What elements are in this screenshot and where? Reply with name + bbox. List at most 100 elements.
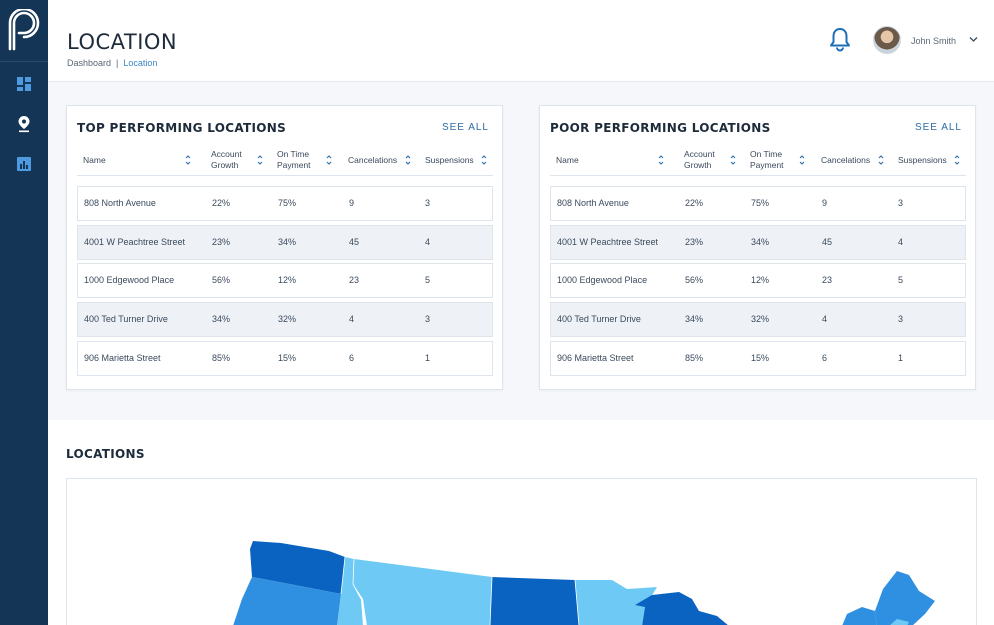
user-name[interactable]: John Smith xyxy=(911,36,956,46)
bar-chart-icon xyxy=(17,157,31,171)
cell-cancelations: 6 xyxy=(822,352,828,363)
notifications-button[interactable] xyxy=(829,27,851,57)
cell-cancelations: 4 xyxy=(822,314,828,325)
sidebar xyxy=(0,0,48,625)
table-row[interactable]: 400 Ted Turner Drive 34% 32% 4 3 xyxy=(77,302,493,338)
cell-name: 808 North Avenue xyxy=(84,198,156,208)
cell-name: 906 Marietta Street xyxy=(557,352,634,363)
column-header-name[interactable]: Name xyxy=(556,146,579,174)
table-row[interactable]: 906 Marietta Street 85% 15% 6 1 xyxy=(550,340,966,376)
column-label-line: On Time xyxy=(277,149,310,159)
cell-payment: 32% xyxy=(278,314,297,325)
cell-name: 400 Ted Turner Drive xyxy=(557,314,641,325)
cell-suspensions: 1 xyxy=(425,352,431,363)
cell-growth: 34% xyxy=(685,314,704,325)
cell-suspensions: 3 xyxy=(898,314,904,325)
page-header: LOCATION Dashboard | Location John Smith xyxy=(48,0,994,82)
cell-name: 4001 W Peachtree Street xyxy=(84,236,186,247)
cell-suspensions: 1 xyxy=(898,352,904,363)
cell-name: 1000 Edgewood Place xyxy=(557,275,648,286)
cell-cancelations: 45 xyxy=(349,236,360,247)
sort-icon[interactable] xyxy=(954,154,960,166)
column-label: Name xyxy=(83,154,106,165)
table-row[interactable]: 1000 Edgewood Place 56% 12% 23 5 xyxy=(550,263,966,299)
column-label: Account Growth xyxy=(211,149,242,171)
table-row[interactable]: 1000 Edgewood Place 56% 12% 23 5 xyxy=(77,263,493,299)
column-label-line: Payment xyxy=(750,160,784,170)
column-header-account-growth[interactable]: Account Growth xyxy=(684,146,715,174)
column-label: Suspensions xyxy=(425,154,474,165)
table-row[interactable]: 400 Ted Turner Drive 34% 32% 4 3 xyxy=(550,302,966,338)
sort-icon[interactable] xyxy=(405,154,411,166)
column-label-line: Account xyxy=(211,149,242,159)
cell-payment: 15% xyxy=(278,352,297,363)
column-header-account-growth[interactable]: Account Growth xyxy=(211,146,242,174)
sort-icon[interactable] xyxy=(326,154,332,166)
sort-icon[interactable] xyxy=(481,154,487,166)
cell-suspensions: 4 xyxy=(898,236,904,247)
cell-payment: 75% xyxy=(278,198,297,208)
sort-icon[interactable] xyxy=(878,154,884,166)
sidebar-item-location[interactable] xyxy=(0,104,48,144)
sort-icon[interactable] xyxy=(257,154,263,166)
table-row[interactable]: 808 North Avenue 22% 75% 9 3 xyxy=(550,186,966,221)
column-label: Account Growth xyxy=(684,149,715,171)
table-row[interactable]: 4001 W Peachtree Street 23% 34% 45 4 xyxy=(77,224,493,260)
column-header-suspensions[interactable]: Suspensions xyxy=(425,146,474,174)
us-map[interactable] xyxy=(67,479,977,625)
cell-growth: 85% xyxy=(685,352,704,363)
column-label-line: Account xyxy=(684,149,715,159)
sort-icon[interactable] xyxy=(658,154,664,166)
app-logo[interactable] xyxy=(0,0,48,62)
card-title: POOR PERFORMING LOCATIONS xyxy=(550,121,771,135)
cell-payment: 15% xyxy=(751,352,770,363)
table-row[interactable]: 906 Marietta Street 85% 15% 6 1 xyxy=(77,340,493,376)
dashboard-icon xyxy=(17,77,31,91)
cell-growth: 22% xyxy=(212,198,231,208)
table-header: Name Account Growth On Time Payment Cancel… xyxy=(77,146,493,176)
column-label: Cancelations xyxy=(821,154,871,165)
column-label-line: Growth xyxy=(684,160,712,170)
cell-name: 1000 Edgewood Place xyxy=(84,275,175,286)
breadcrumb: Dashboard | Location xyxy=(67,58,157,68)
column-header-cancelations[interactable]: Cancelations xyxy=(348,146,397,174)
column-header-on-time-payment[interactable]: On Time Payment xyxy=(277,146,311,174)
cell-suspensions: 3 xyxy=(898,198,904,208)
see-all-link[interactable]: SEE ALL xyxy=(442,122,489,133)
cell-suspensions: 4 xyxy=(425,236,431,247)
sort-icon[interactable] xyxy=(799,154,805,166)
table-row[interactable]: 4001 W Peachtree Street 23% 34% 45 4 xyxy=(550,224,966,260)
map-region-north-dakota xyxy=(490,577,579,625)
locations-map[interactable] xyxy=(66,478,977,625)
map-region-montana xyxy=(353,559,492,625)
cell-payment: 34% xyxy=(751,236,770,247)
column-header-on-time-payment[interactable]: On Time Payment xyxy=(750,146,784,174)
cell-cancelations: 23 xyxy=(822,275,833,286)
sidebar-item-reports[interactable] xyxy=(0,144,48,184)
sort-icon[interactable] xyxy=(185,154,191,166)
cell-suspensions: 3 xyxy=(425,314,431,325)
avatar[interactable] xyxy=(873,26,901,54)
column-label: Suspensions xyxy=(898,154,947,165)
cell-payment: 32% xyxy=(751,314,770,325)
logo-icon xyxy=(8,8,40,50)
column-label: On Time Payment xyxy=(750,149,784,171)
column-label-line: Payment xyxy=(277,160,311,170)
table-row[interactable]: 808 North Avenue 22% 75% 9 3 xyxy=(77,186,493,221)
cell-growth: 22% xyxy=(685,198,704,208)
poor-performing-card: POOR PERFORMING LOCATIONS SEE ALL Name A… xyxy=(539,105,976,390)
column-header-name[interactable]: Name xyxy=(83,146,106,174)
breadcrumb-dashboard[interactable]: Dashboard xyxy=(67,58,111,68)
column-label-line: Growth xyxy=(211,160,239,170)
cell-payment: 34% xyxy=(278,236,297,247)
column-header-cancelations[interactable]: Cancelations xyxy=(821,146,870,174)
sidebar-item-dashboard[interactable] xyxy=(0,64,48,104)
cell-cancelations: 4 xyxy=(349,314,355,325)
card-title: TOP PERFORMING LOCATIONS xyxy=(77,121,287,135)
see-all-link[interactable]: SEE ALL xyxy=(915,122,962,133)
sort-icon[interactable] xyxy=(730,154,736,166)
chevron-down-icon[interactable] xyxy=(969,36,978,43)
column-header-suspensions[interactable]: Suspensions xyxy=(898,146,947,174)
cell-growth: 23% xyxy=(685,236,704,247)
map-region-maine xyxy=(875,571,935,625)
